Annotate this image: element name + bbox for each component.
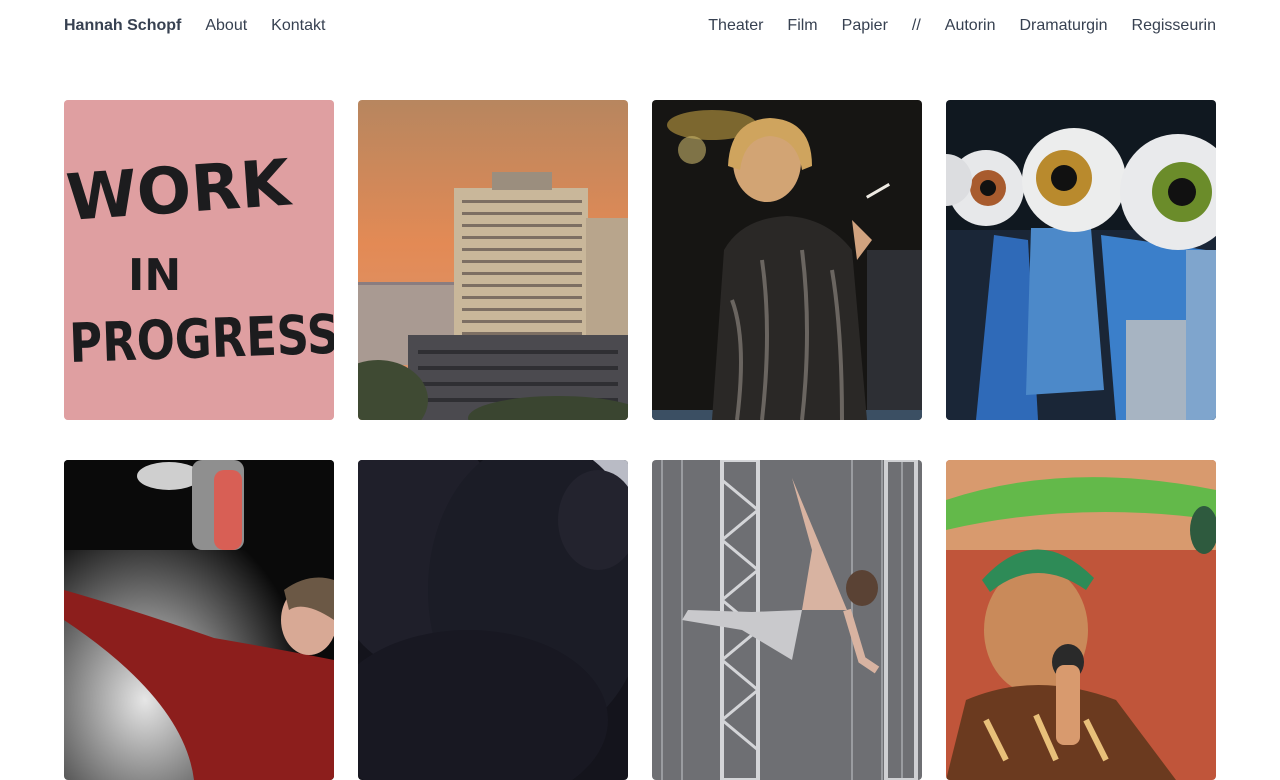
nav-separator: // — [911, 17, 921, 34]
site-brand-link[interactable]: Hannah Schopf — [64, 17, 181, 35]
nav-about[interactable]: About — [205, 17, 247, 35]
nav-film[interactable]: Film — [787, 17, 817, 35]
eyeball-costumes-image — [946, 100, 1216, 420]
primary-nav: Hannah Schopf About Kontakt — [64, 17, 349, 35]
actress-portrait-image — [652, 100, 922, 420]
nav-theater[interactable]: Theater — [708, 17, 763, 35]
project-tile-singer[interactable] — [946, 460, 1216, 780]
singer-image — [946, 460, 1216, 780]
highrise-sunset-image — [358, 100, 628, 420]
project-tile-dark-trees[interactable] — [358, 460, 628, 780]
wip-line-2: IN — [128, 250, 181, 301]
project-tile-actress[interactable] — [652, 100, 922, 420]
site-header: Hannah Schopf About Kontakt Theater Film… — [64, 0, 1216, 52]
project-tile-highrise[interactable] — [358, 100, 628, 420]
acrobat-image — [652, 460, 922, 780]
smoke-performer-image — [64, 460, 334, 780]
nav-author[interactable]: Autorin — [945, 17, 996, 35]
wip-line-1: WORK — [64, 146, 295, 236]
project-tile-work-in-progress[interactable]: WORK IN PROGRESS — [64, 100, 334, 420]
nav-dramaturg[interactable]: Dramaturgin — [1019, 17, 1107, 35]
nav-contact[interactable]: Kontakt — [271, 17, 325, 35]
category-nav: Theater Film Papier // Autorin Dramaturg… — [684, 17, 1216, 35]
dark-trees-image — [358, 460, 628, 780]
project-tile-acrobat[interactable] — [652, 460, 922, 780]
project-tile-smoke-performer[interactable] — [64, 460, 334, 780]
project-gallery: WORK IN PROGRESS — [64, 100, 1216, 780]
project-tile-eyeballs[interactable] — [946, 100, 1216, 420]
nav-director[interactable]: Regisseurin — [1132, 17, 1216, 35]
wip-line-3: PROGRESS — [68, 303, 334, 375]
nav-paper[interactable]: Papier — [842, 17, 888, 35]
work-in-progress-image: WORK IN PROGRESS — [64, 100, 334, 420]
